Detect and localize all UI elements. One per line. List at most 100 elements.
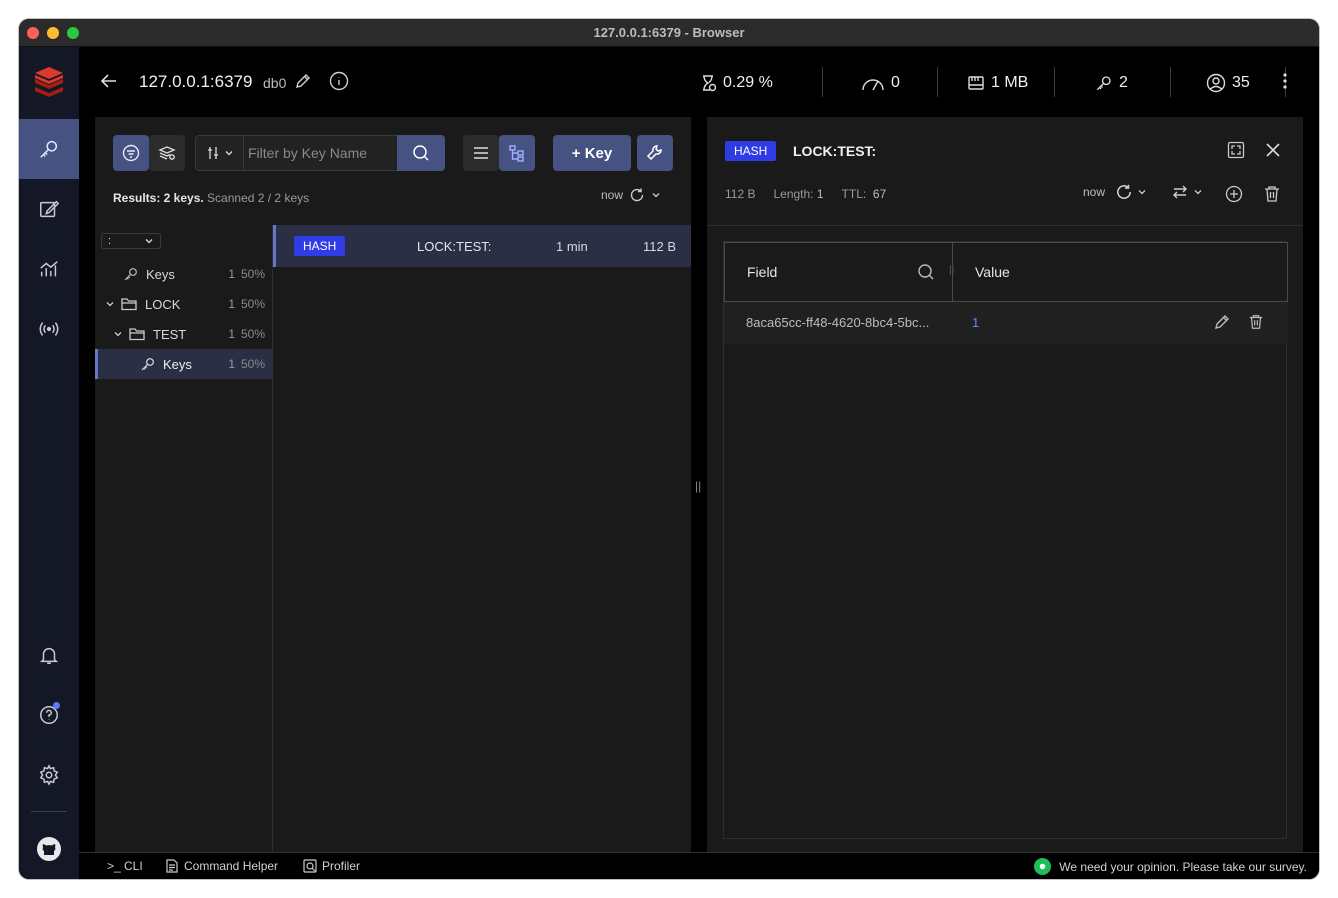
more-options-icon[interactable] <box>1279 71 1291 91</box>
list-view-button[interactable] <box>463 135 499 171</box>
broadcast-icon <box>38 318 60 340</box>
delimiter-value: : <box>108 235 112 247</box>
back-arrow-icon[interactable] <box>99 71 119 91</box>
chevron-down-icon[interactable] <box>651 190 661 200</box>
sidebar-item-github[interactable] <box>19 819 79 879</box>
close-icon[interactable] <box>1265 142 1281 158</box>
panel-resize-handle[interactable]: || <box>695 479 701 493</box>
sidebar-item-help[interactable] <box>19 685 79 745</box>
title-bar: 127.0.0.1:6379 - Browser <box>19 19 1319 47</box>
sidebar-item-pubsub[interactable] <box>19 299 79 359</box>
tree-item-percent: 50% <box>240 327 265 341</box>
info-icon[interactable] <box>329 71 349 91</box>
survey-icon <box>1034 858 1052 875</box>
table-row[interactable]: 8aca65cc-ff48-4620-8bc4-5bc... 1 <box>724 302 1288 344</box>
tree-item-percent: 50% <box>240 267 265 281</box>
details-divider <box>707 225 1303 226</box>
stat-divider <box>1170 67 1171 97</box>
tree-folder-lock[interactable]: LOCK 1 50% <box>95 289 273 319</box>
search-icon[interactable] <box>917 263 935 281</box>
trash-icon[interactable] <box>1263 185 1281 203</box>
document-icon <box>165 859 179 873</box>
column-header-value: Value <box>975 264 1010 280</box>
refresh-icon[interactable] <box>1115 183 1133 201</box>
keys-value: 2 <box>1119 74 1128 91</box>
key-list-row[interactable]: HASH LOCK:TEST: 1 min 112 B <box>273 225 691 267</box>
help-icon <box>38 702 60 726</box>
key-ttl-info[interactable]: TTL: 67 <box>842 187 887 201</box>
key-filter <box>195 135 445 171</box>
stat-divider <box>1054 67 1055 97</box>
bottom-bar: >_ CLI Command Helper Profiler We need y… <box>79 852 1319 879</box>
refresh-control[interactable]: now <box>601 187 661 203</box>
chevron-down-icon[interactable] <box>1137 187 1147 197</box>
chevron-down-icon <box>105 299 115 309</box>
survey-label: We need your opinion. Please take our su… <box>1059 859 1307 874</box>
tree-item-keys-root[interactable]: Keys 1 50% <box>95 259 273 289</box>
filter-mode-button[interactable] <box>113 135 149 171</box>
chevron-down-icon <box>224 148 234 158</box>
tree-item-count: 1 <box>228 357 235 371</box>
list-icon <box>472 144 490 162</box>
swap-icon <box>1171 183 1189 201</box>
filter-key-input[interactable] <box>248 141 394 165</box>
sidebar <box>19 47 79 879</box>
profiler-label: Profiler <box>322 859 361 873</box>
cli-button[interactable]: >_ CLI <box>107 859 143 873</box>
bulk-actions-button[interactable] <box>637 135 673 171</box>
add-field-icon[interactable] <box>1225 185 1243 203</box>
sidebar-item-browser[interactable] <box>19 119 79 179</box>
sidebar-item-workbench[interactable] <box>19 179 79 239</box>
tree-item-count: 1 <box>228 297 235 311</box>
details-refresh-control[interactable]: now <box>1083 183 1147 201</box>
tree-item-label: LOCK <box>145 296 181 312</box>
stat-divider <box>822 67 823 97</box>
filter-icon <box>122 144 140 162</box>
key-length: Length: 1 <box>773 187 823 201</box>
value-cell: 1 <box>972 315 980 330</box>
tree-item-percent: 50% <box>240 357 265 371</box>
results-count: Results: 2 keys. <box>113 191 204 205</box>
app-window: 127.0.0.1:6379 - Browser 127.0.0.1:6379 … <box>19 19 1319 879</box>
key-details-panel: HASH LOCK:TEST: 112 B Length: 1 TTL: 67 … <box>707 117 1303 852</box>
trash-icon[interactable] <box>1248 314 1264 330</box>
tree-item-label: TEST <box>153 326 187 342</box>
column-header-field: Field <box>747 264 778 280</box>
profiler-button[interactable]: Profiler <box>303 859 360 873</box>
search-button[interactable] <box>397 135 445 171</box>
cpu-value: 0.29 % <box>723 74 773 91</box>
tree-item-count: 1 <box>228 327 235 341</box>
hourglass-icon <box>699 74 717 92</box>
sidebar-item-analysis[interactable] <box>19 239 79 299</box>
fullscreen-icon[interactable] <box>1227 141 1245 159</box>
refresh-time: now <box>1083 185 1106 199</box>
format-select[interactable] <box>1171 183 1203 201</box>
chevron-down-icon <box>1193 187 1203 197</box>
ttl-label: TTL: <box>841 187 867 201</box>
results-scanned: Scanned 2 / 2 keys <box>203 191 310 205</box>
key-tree: : Keys 1 50% LOCK 1 50% TEST 1 50% Keys … <box>95 225 273 852</box>
tree-item-keys-selected[interactable]: Keys 1 50% <box>95 349 273 379</box>
speedometer-icon <box>861 74 885 92</box>
sidebar-item-notifications[interactable] <box>19 625 79 685</box>
clients-value: 35 <box>1232 74 1250 91</box>
key-type-select[interactable] <box>196 136 244 170</box>
redis-logo-icon[interactable] <box>31 63 67 99</box>
refresh-icon[interactable] <box>629 187 645 203</box>
notification-dot <box>53 702 60 709</box>
edit-db-pencil-icon[interactable] <box>295 73 311 89</box>
delimiter-select[interactable]: : <box>101 233 161 249</box>
tree-folder-test[interactable]: TEST 1 50% <box>95 319 273 349</box>
stat-divider <box>937 67 938 97</box>
chevron-down-icon <box>113 329 123 339</box>
search-by-values-button[interactable] <box>149 135 185 171</box>
tree-view-button[interactable] <box>499 135 535 171</box>
add-key-button[interactable]: + Key <box>553 135 631 171</box>
sidebar-item-settings[interactable] <box>19 745 79 805</box>
scan-results: Results: 2 keys. Scanned 2 / 2 keys <box>113 191 309 205</box>
table-header: Field || Value <box>724 242 1288 302</box>
edit-pencil-icon[interactable] <box>1214 314 1230 330</box>
survey-link[interactable]: We need your opinion. Please take our su… <box>1034 858 1307 875</box>
command-helper-button[interactable]: Command Helper <box>165 859 278 873</box>
gear-icon <box>38 764 60 786</box>
